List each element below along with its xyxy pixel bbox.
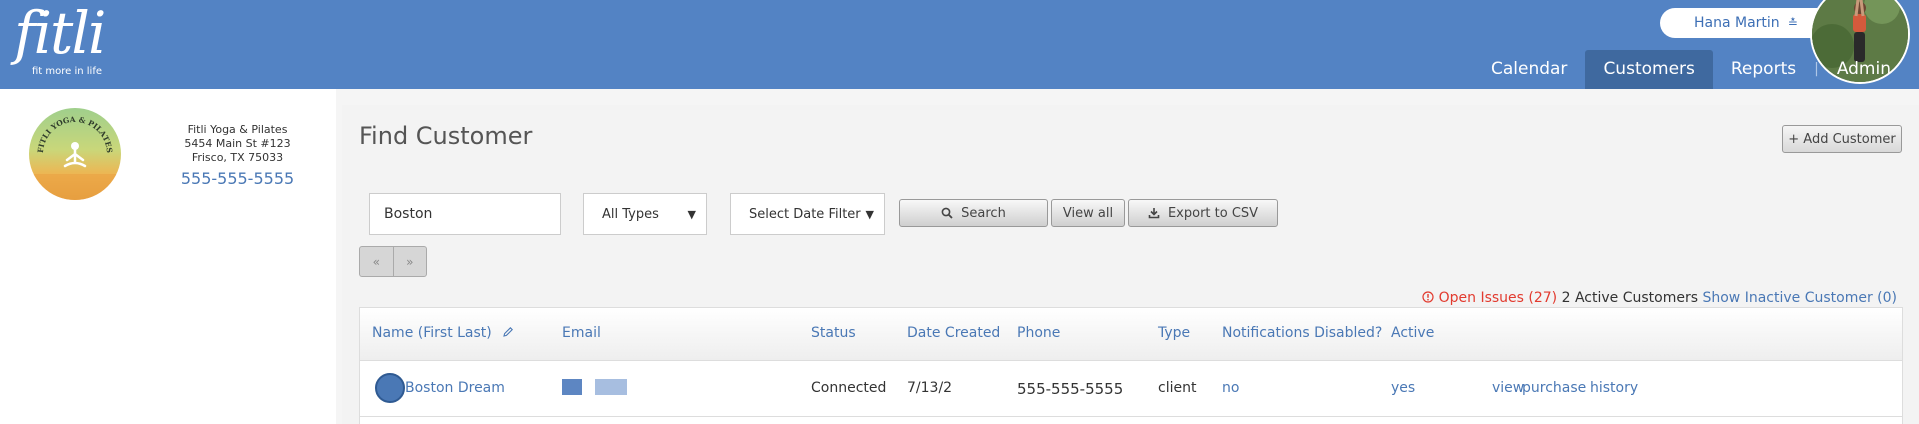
date-filter-select[interactable]: Select Date Filter ▼ bbox=[730, 193, 885, 235]
date-filter-value: Select Date Filter bbox=[749, 206, 861, 222]
column-status[interactable]: Status bbox=[811, 325, 856, 341]
row-divider bbox=[360, 416, 1902, 417]
user-name: Hana Martin bbox=[1694, 15, 1780, 31]
download-icon bbox=[1148, 208, 1160, 219]
customer-name-link[interactable]: Boston Dream bbox=[405, 380, 505, 396]
next-page-button[interactable]: » bbox=[392, 247, 427, 276]
customer-summary: Open Issues (27) 2 Active Customers Show… bbox=[1422, 290, 1897, 306]
main-nav: Calendar Customers Reports | Admin bbox=[1473, 50, 1919, 89]
open-issues-link[interactable]: Open Issues (27) bbox=[1422, 290, 1561, 306]
search-button-label: Search bbox=[961, 205, 1006, 221]
type-filter-value: All Types bbox=[602, 206, 659, 222]
user-menu-button[interactable]: Hana Martin ≛ bbox=[1660, 8, 1820, 38]
previous-page-button[interactable]: « bbox=[360, 247, 393, 276]
view-customer-link[interactable]: view bbox=[1492, 380, 1524, 396]
nav-admin[interactable]: Admin bbox=[1819, 50, 1919, 89]
export-csv-button[interactable]: Export to CSV bbox=[1128, 199, 1278, 227]
table-row[interactable]: Boston Dream Connected 7/13/2 555-555-55… bbox=[360, 361, 1902, 416]
customer-type: client bbox=[1158, 380, 1197, 396]
pagination: « » bbox=[359, 246, 427, 277]
customer-avatar bbox=[375, 373, 405, 403]
column-active[interactable]: Active bbox=[1391, 325, 1434, 341]
column-phone[interactable]: Phone bbox=[1017, 325, 1060, 341]
business-logo: FITLI YOGA & PILATES bbox=[29, 108, 121, 200]
search-icon bbox=[941, 207, 953, 219]
business-panel: FITLI YOGA & PILATES Fitli Yoga & Pilate… bbox=[0, 89, 336, 424]
search-button[interactable]: Search bbox=[899, 199, 1048, 227]
open-issues-label: Open Issues (27) bbox=[1438, 290, 1558, 306]
column-name[interactable]: Name (First Last) bbox=[372, 325, 514, 341]
logo-wordmark: fitli bbox=[14, 0, 106, 67]
table-header: Name (First Last) Email Status Date Crea… bbox=[360, 308, 1902, 361]
chevron-down-icon: ≛ bbox=[1787, 16, 1798, 30]
history-link[interactable]: history bbox=[1590, 380, 1638, 396]
column-name-label: Name (First Last) bbox=[372, 325, 492, 341]
view-all-label: View all bbox=[1062, 205, 1114, 221]
business-phone[interactable]: 555-555-5555 bbox=[160, 169, 315, 189]
nav-customers[interactable]: Customers bbox=[1585, 50, 1713, 89]
column-date-created[interactable]: Date Created bbox=[907, 325, 1000, 341]
customer-search-input[interactable] bbox=[369, 193, 561, 235]
business-info: Fitli Yoga & Pilates 5454 Main St #123 F… bbox=[160, 123, 315, 189]
customer-date-created: 7/13/2 bbox=[907, 380, 953, 396]
fitli-logo[interactable]: fitli fit more in life bbox=[14, 0, 106, 77]
export-csv-label: Export to CSV bbox=[1167, 205, 1259, 221]
customer-notifications-disabled[interactable]: no bbox=[1222, 380, 1239, 396]
view-all-button[interactable]: View all bbox=[1051, 199, 1125, 227]
pencil-icon[interactable] bbox=[502, 326, 514, 338]
business-address-line1: 5454 Main St #123 bbox=[184, 137, 291, 150]
nav-reports[interactable]: Reports bbox=[1713, 50, 1814, 89]
business-name: Fitli Yoga & Pilates bbox=[187, 123, 288, 136]
top-header: fitli fit more in life Hana Martin ≛ Cal… bbox=[0, 0, 1919, 89]
column-email[interactable]: Email bbox=[562, 325, 601, 341]
customer-status: Connected bbox=[811, 380, 887, 396]
logo-tagline: fit more in life bbox=[32, 66, 103, 77]
customer-table: Name (First Last) Email Status Date Crea… bbox=[359, 307, 1903, 424]
purchase-link[interactable]: purchase bbox=[1522, 380, 1586, 396]
nav-calendar[interactable]: Calendar bbox=[1473, 50, 1585, 89]
chevron-down-icon: ▼ bbox=[687, 207, 696, 221]
alert-circle-icon bbox=[1422, 291, 1434, 303]
show-inactive-link[interactable]: Show Inactive Customer (0) bbox=[1702, 290, 1897, 306]
page-title: Find Customer bbox=[359, 122, 533, 150]
email-redacted-block bbox=[562, 379, 582, 395]
business-address-line2: Frisco, TX 75033 bbox=[191, 151, 284, 164]
active-customers-count: 2 Active Customers bbox=[1561, 290, 1699, 306]
column-notifications-disabled[interactable]: Notifications Disabled? bbox=[1222, 325, 1382, 341]
find-customer-panel: Find Customer + Add Customer All Types ▼… bbox=[342, 105, 1919, 424]
customer-active[interactable]: yes bbox=[1391, 380, 1415, 396]
customer-phone: 555-555-5555 bbox=[1017, 380, 1124, 398]
chevron-down-icon: ▼ bbox=[865, 207, 874, 221]
type-filter-select[interactable]: All Types ▼ bbox=[583, 193, 707, 235]
add-customer-button[interactable]: + Add Customer bbox=[1782, 125, 1902, 153]
email-redacted-block bbox=[595, 379, 627, 395]
business-logo-art: FITLI YOGA & PILATES bbox=[29, 115, 121, 200]
column-type[interactable]: Type bbox=[1158, 325, 1190, 341]
